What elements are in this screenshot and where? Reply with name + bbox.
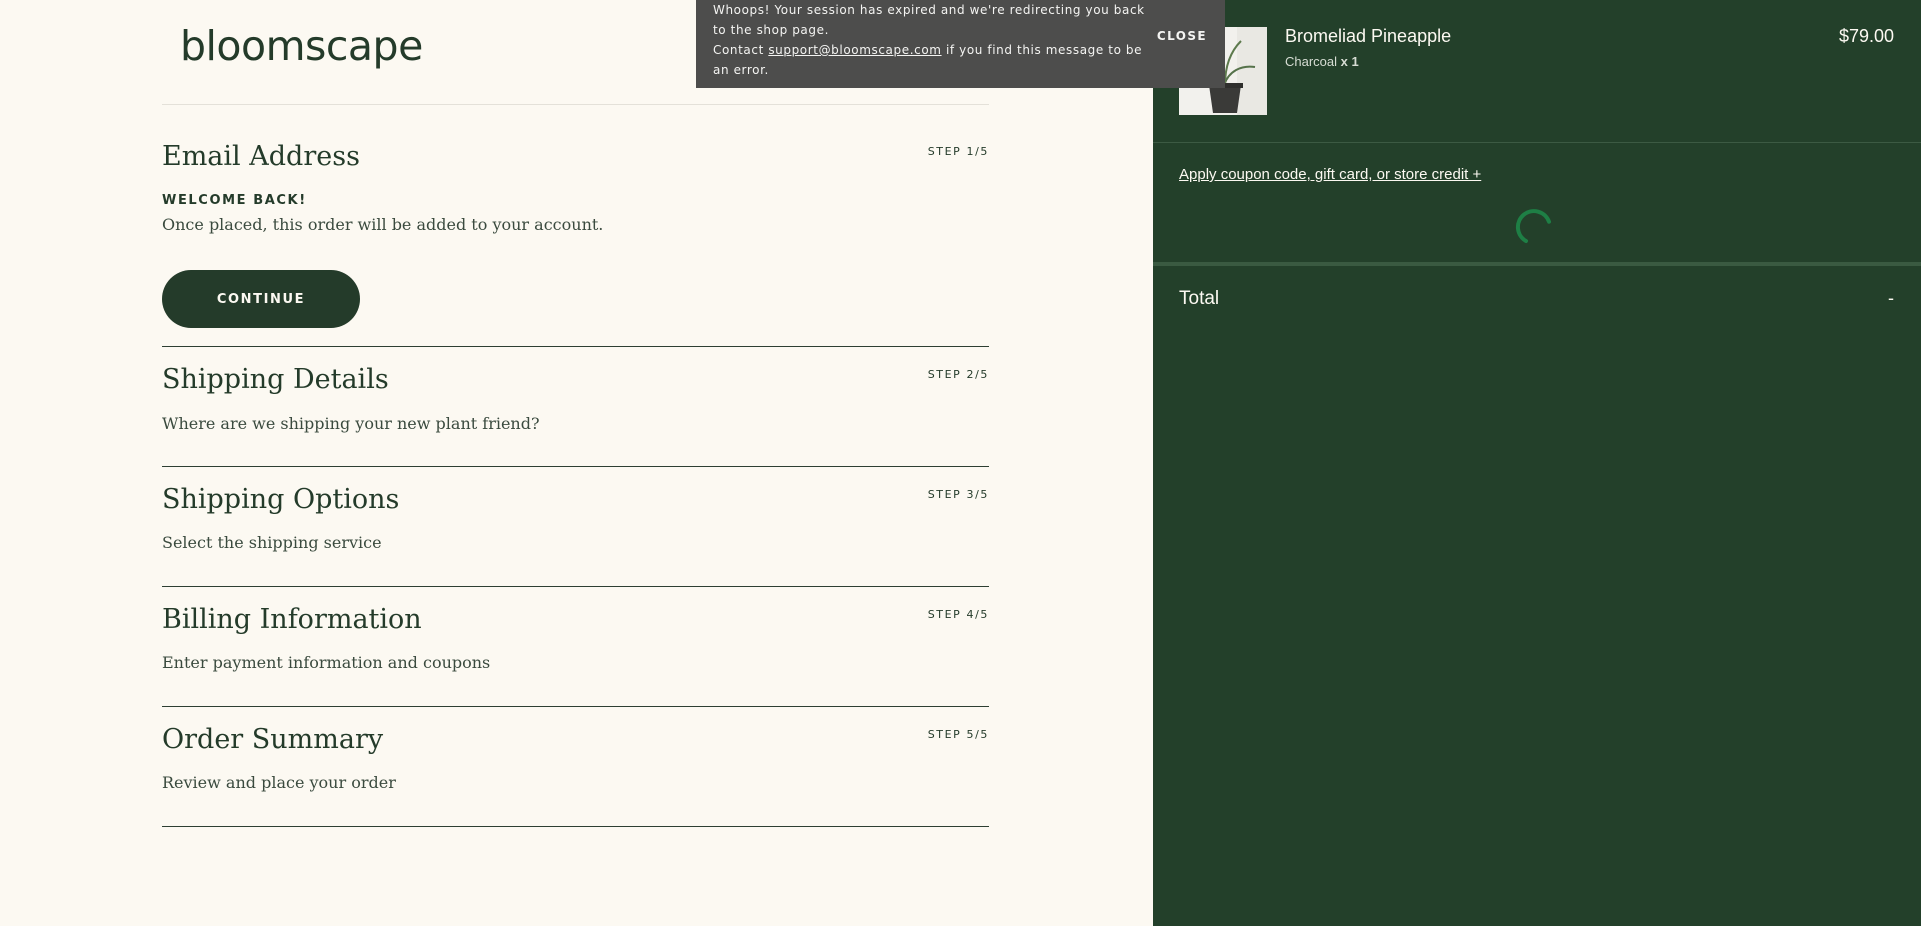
step-number: STEP 4/5 [927, 608, 989, 621]
step-title: Billing Information [162, 604, 422, 635]
step-number: STEP 5/5 [927, 728, 989, 741]
session-expired-toast: Whoops! Your session has expired and we'… [696, 0, 1225, 88]
total-divider [1153, 262, 1921, 266]
cart-item-price: $79.00 [1838, 26, 1894, 46]
toast-contact-prefix: Contact [713, 43, 769, 57]
toast-line: Whoops! Your session has expired and we'… [713, 3, 1145, 37]
checkout-page: bloomscape Email Address STEP 1/5 WELCOM… [0, 0, 1921, 926]
step-title: Order Summary [162, 724, 384, 755]
step-description: Enter payment information and coupons [162, 653, 491, 672]
header-divider [162, 104, 989, 105]
step-number: STEP 2/5 [927, 368, 989, 381]
step-title: Email Address [162, 141, 360, 172]
cart-item-variant: Charcoal x 1 [1285, 54, 1359, 69]
total-value: - [1888, 288, 1894, 308]
step-title: Shipping Details [162, 364, 389, 395]
step-description: Select the shipping service [162, 533, 382, 552]
checkout-steps-panel: bloomscape Email Address STEP 1/5 WELCOM… [0, 0, 1153, 926]
step-title: Shipping Options [162, 484, 400, 515]
total-label: Total [1179, 288, 1220, 309]
step-description: Where are we shipping your new plant fri… [162, 414, 540, 433]
close-toast-button[interactable]: CLOSE [1157, 29, 1207, 43]
welcome-back-label: WELCOME BACK! [162, 193, 307, 208]
cart-item-qty: x 1 [1340, 54, 1359, 69]
toast-message: Whoops! Your session has expired and we'… [713, 0, 1153, 80]
cart-summary-panel: Bromeliad Pineapple Charcoal x 1 $79.00 … [1153, 0, 1921, 926]
loading-spinner-icon [1515, 209, 1551, 244]
step-divider [162, 706, 989, 707]
step-number: STEP 3/5 [927, 488, 989, 501]
step-divider [162, 826, 989, 827]
cart-item-color: Charcoal [1285, 54, 1338, 69]
continue-button[interactable]: CONTINUE [162, 270, 360, 328]
bloomscape-logo[interactable]: bloomscape [180, 22, 423, 70]
step-divider [162, 586, 989, 587]
step-divider [162, 346, 989, 347]
step-divider [162, 466, 989, 467]
support-email-link[interactable]: support@bloomscape.com [768, 43, 941, 57]
step-number: STEP 1/5 [927, 145, 989, 158]
apply-coupon-link[interactable]: Apply coupon code, gift card, or store c… [1179, 166, 1481, 183]
cart-divider [1153, 142, 1921, 143]
step-description: Review and place your order [162, 773, 396, 792]
step-description: Once placed, this order will be added to… [162, 215, 604, 234]
cart-item-name[interactable]: Bromeliad Pineapple [1285, 26, 1451, 47]
